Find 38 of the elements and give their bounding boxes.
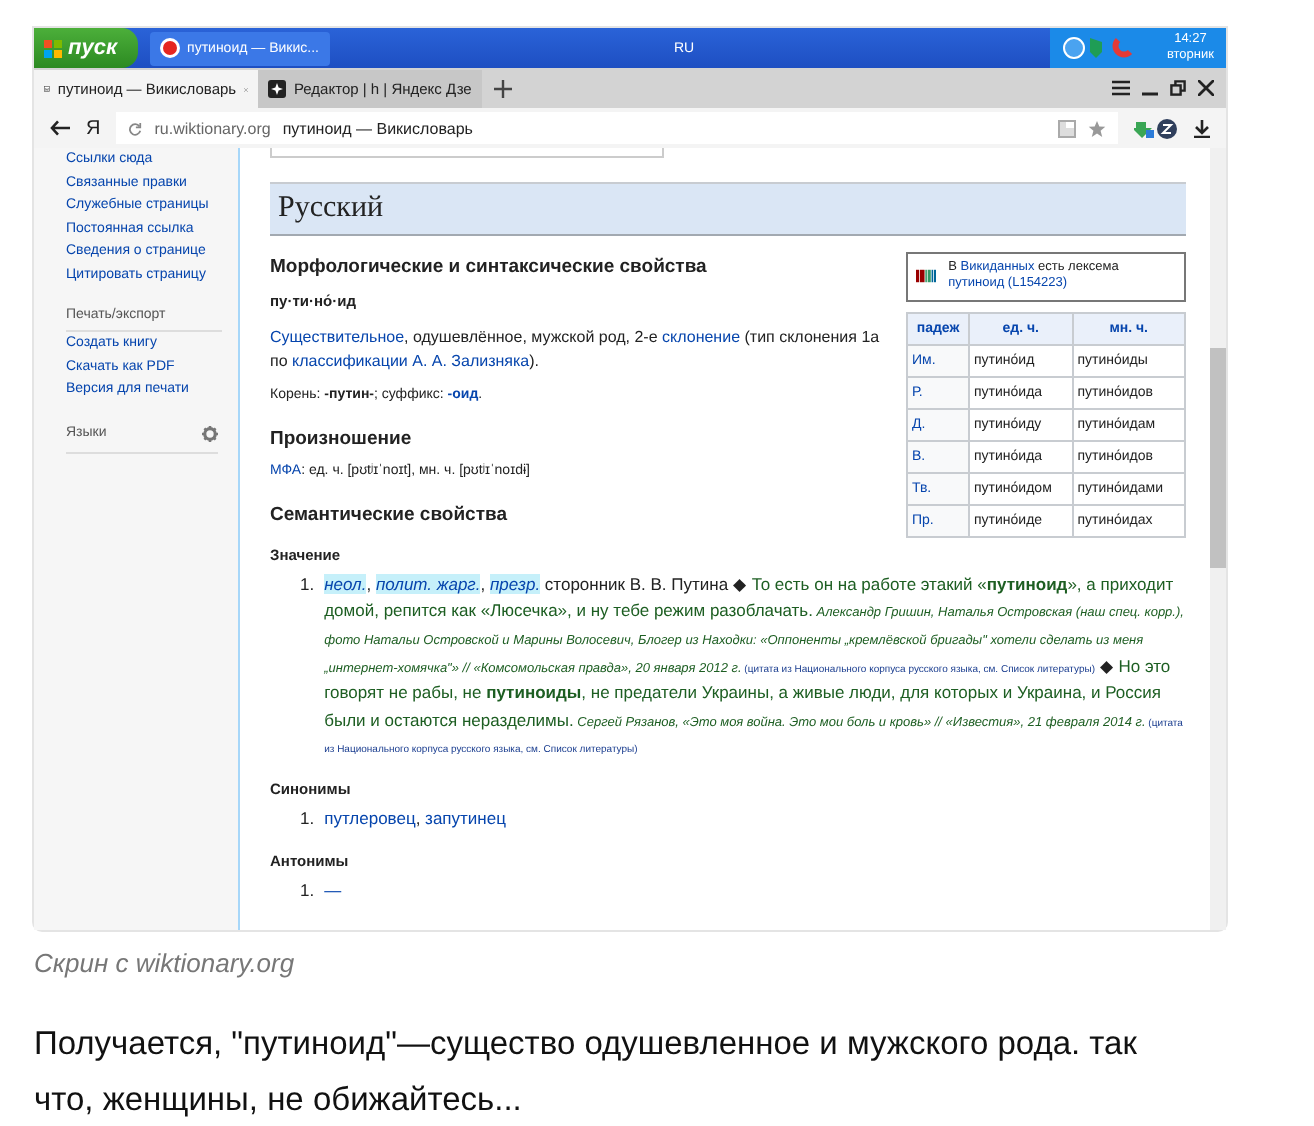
download-icon[interactable] xyxy=(1194,119,1210,137)
star-square-icon xyxy=(268,80,286,98)
back-arrow-icon[interactable] xyxy=(50,120,70,136)
extension-icons[interactable] xyxy=(1134,117,1178,139)
list-number: 1. xyxy=(300,877,315,904)
usage-label[interactable]: неол. xyxy=(324,573,367,594)
flag-icon xyxy=(44,39,62,57)
restore-icon[interactable] xyxy=(1170,80,1186,96)
close-icon[interactable] xyxy=(1198,80,1214,96)
description-text: Существительное, одушевлённое, мужской род, 2-е склонение (тип склонения 1a по классификации А. А. Зализняка). xyxy=(270,325,882,375)
article-paragraph: Получается, "путиноид"—существо одушевленное и мужского рода. так что, женщины, не обижайтесь... xyxy=(34,1024,1139,1122)
section-heading: Морфологические и синтаксические свойства xyxy=(270,256,709,278)
language-heading: Русский xyxy=(270,182,1186,236)
usage-label[interactable]: полит. жарг. xyxy=(375,573,481,594)
reload-icon[interactable] xyxy=(128,121,143,135)
link[interactable]: запутинец xyxy=(425,808,506,829)
section-heading: Семантические свойства xyxy=(270,504,510,527)
section-heading: Произношение xyxy=(270,428,414,451)
usage-label[interactable]: презр. xyxy=(489,573,541,594)
link[interactable]: путлеровец xyxy=(324,808,416,829)
address-bar[interactable]: ru.wiktionary.org путиноид — Викисловарь xyxy=(116,112,1118,144)
link[interactable]: — xyxy=(324,877,342,905)
barcode-icon xyxy=(916,268,937,285)
settings-icon[interactable] xyxy=(202,426,218,442)
logo-icon xyxy=(159,38,180,58)
scrollbar-thumb[interactable] xyxy=(1210,348,1226,568)
link[interactable]: Существительное xyxy=(270,327,405,346)
link[interactable]: склонение xyxy=(662,327,741,346)
image-caption: Скрин с wiktionary.org xyxy=(34,948,297,978)
start-button[interactable]: пуск xyxy=(34,28,138,68)
list-number: 1. xyxy=(300,806,315,833)
star-icon[interactable] xyxy=(1088,119,1106,137)
browser-logo[interactable]: Я xyxy=(86,117,101,139)
add-icon[interactable] xyxy=(494,80,512,98)
list-number: 1. xyxy=(300,571,315,598)
synonyms-text: путлеровец, запутинец xyxy=(324,806,506,833)
menu-icon[interactable] xyxy=(1112,80,1130,96)
link[interactable]: классификации А. А. Зализняка xyxy=(292,352,530,371)
